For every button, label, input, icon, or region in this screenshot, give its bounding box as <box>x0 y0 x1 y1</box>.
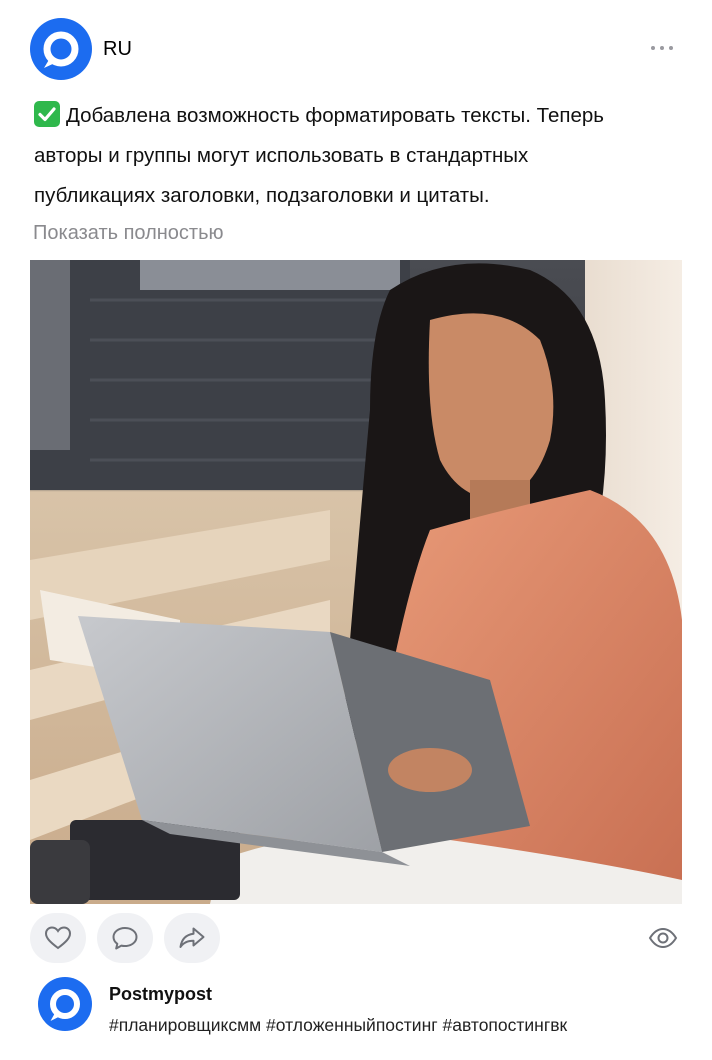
share-icon <box>179 927 205 948</box>
show-more-link[interactable]: Показать полностью <box>33 222 224 245</box>
more-horizontal-icon <box>651 46 673 50</box>
postmypost-logo-icon <box>43 31 79 68</box>
heart-icon <box>44 926 72 950</box>
check-mark-icon <box>34 101 60 127</box>
hashtags[interactable]: #планировщиксмм #отложенныйпостинг #авто… <box>109 1015 567 1036</box>
group-name[interactable]: RU <box>103 38 132 61</box>
eye-icon <box>648 927 678 949</box>
group-avatar[interactable] <box>30 18 92 80</box>
post-header: RU <box>30 18 682 80</box>
post-photo[interactable] <box>30 260 682 904</box>
author-name[interactable]: Postmypost <box>109 984 212 1005</box>
comment-icon <box>112 927 138 950</box>
post-text-line-1: Добавлена возможность форматировать текс… <box>66 104 604 127</box>
action-bar <box>30 913 682 963</box>
author-avatar[interactable] <box>38 977 92 1031</box>
share-button[interactable] <box>164 913 220 963</box>
woman-with-laptop-photo <box>30 260 682 904</box>
post-footer: Postmypost #планировщиксмм #отложенныйпо… <box>38 975 678 1037</box>
like-button[interactable] <box>30 913 86 963</box>
post-text-line-3: публикациях заголовки, подзаголовки и ци… <box>34 184 490 207</box>
comment-button[interactable] <box>97 913 153 963</box>
more-options-button[interactable] <box>642 30 682 66</box>
views-indicator <box>648 923 678 953</box>
post-text-line-2: авторы и группы могут использовать в ста… <box>34 144 529 167</box>
post-text: Добавлена возможность форматировать текс… <box>34 96 684 216</box>
postmypost-logo-icon <box>50 989 80 1021</box>
post-text-line: Добавлена возможность форматировать текс… <box>34 96 684 136</box>
